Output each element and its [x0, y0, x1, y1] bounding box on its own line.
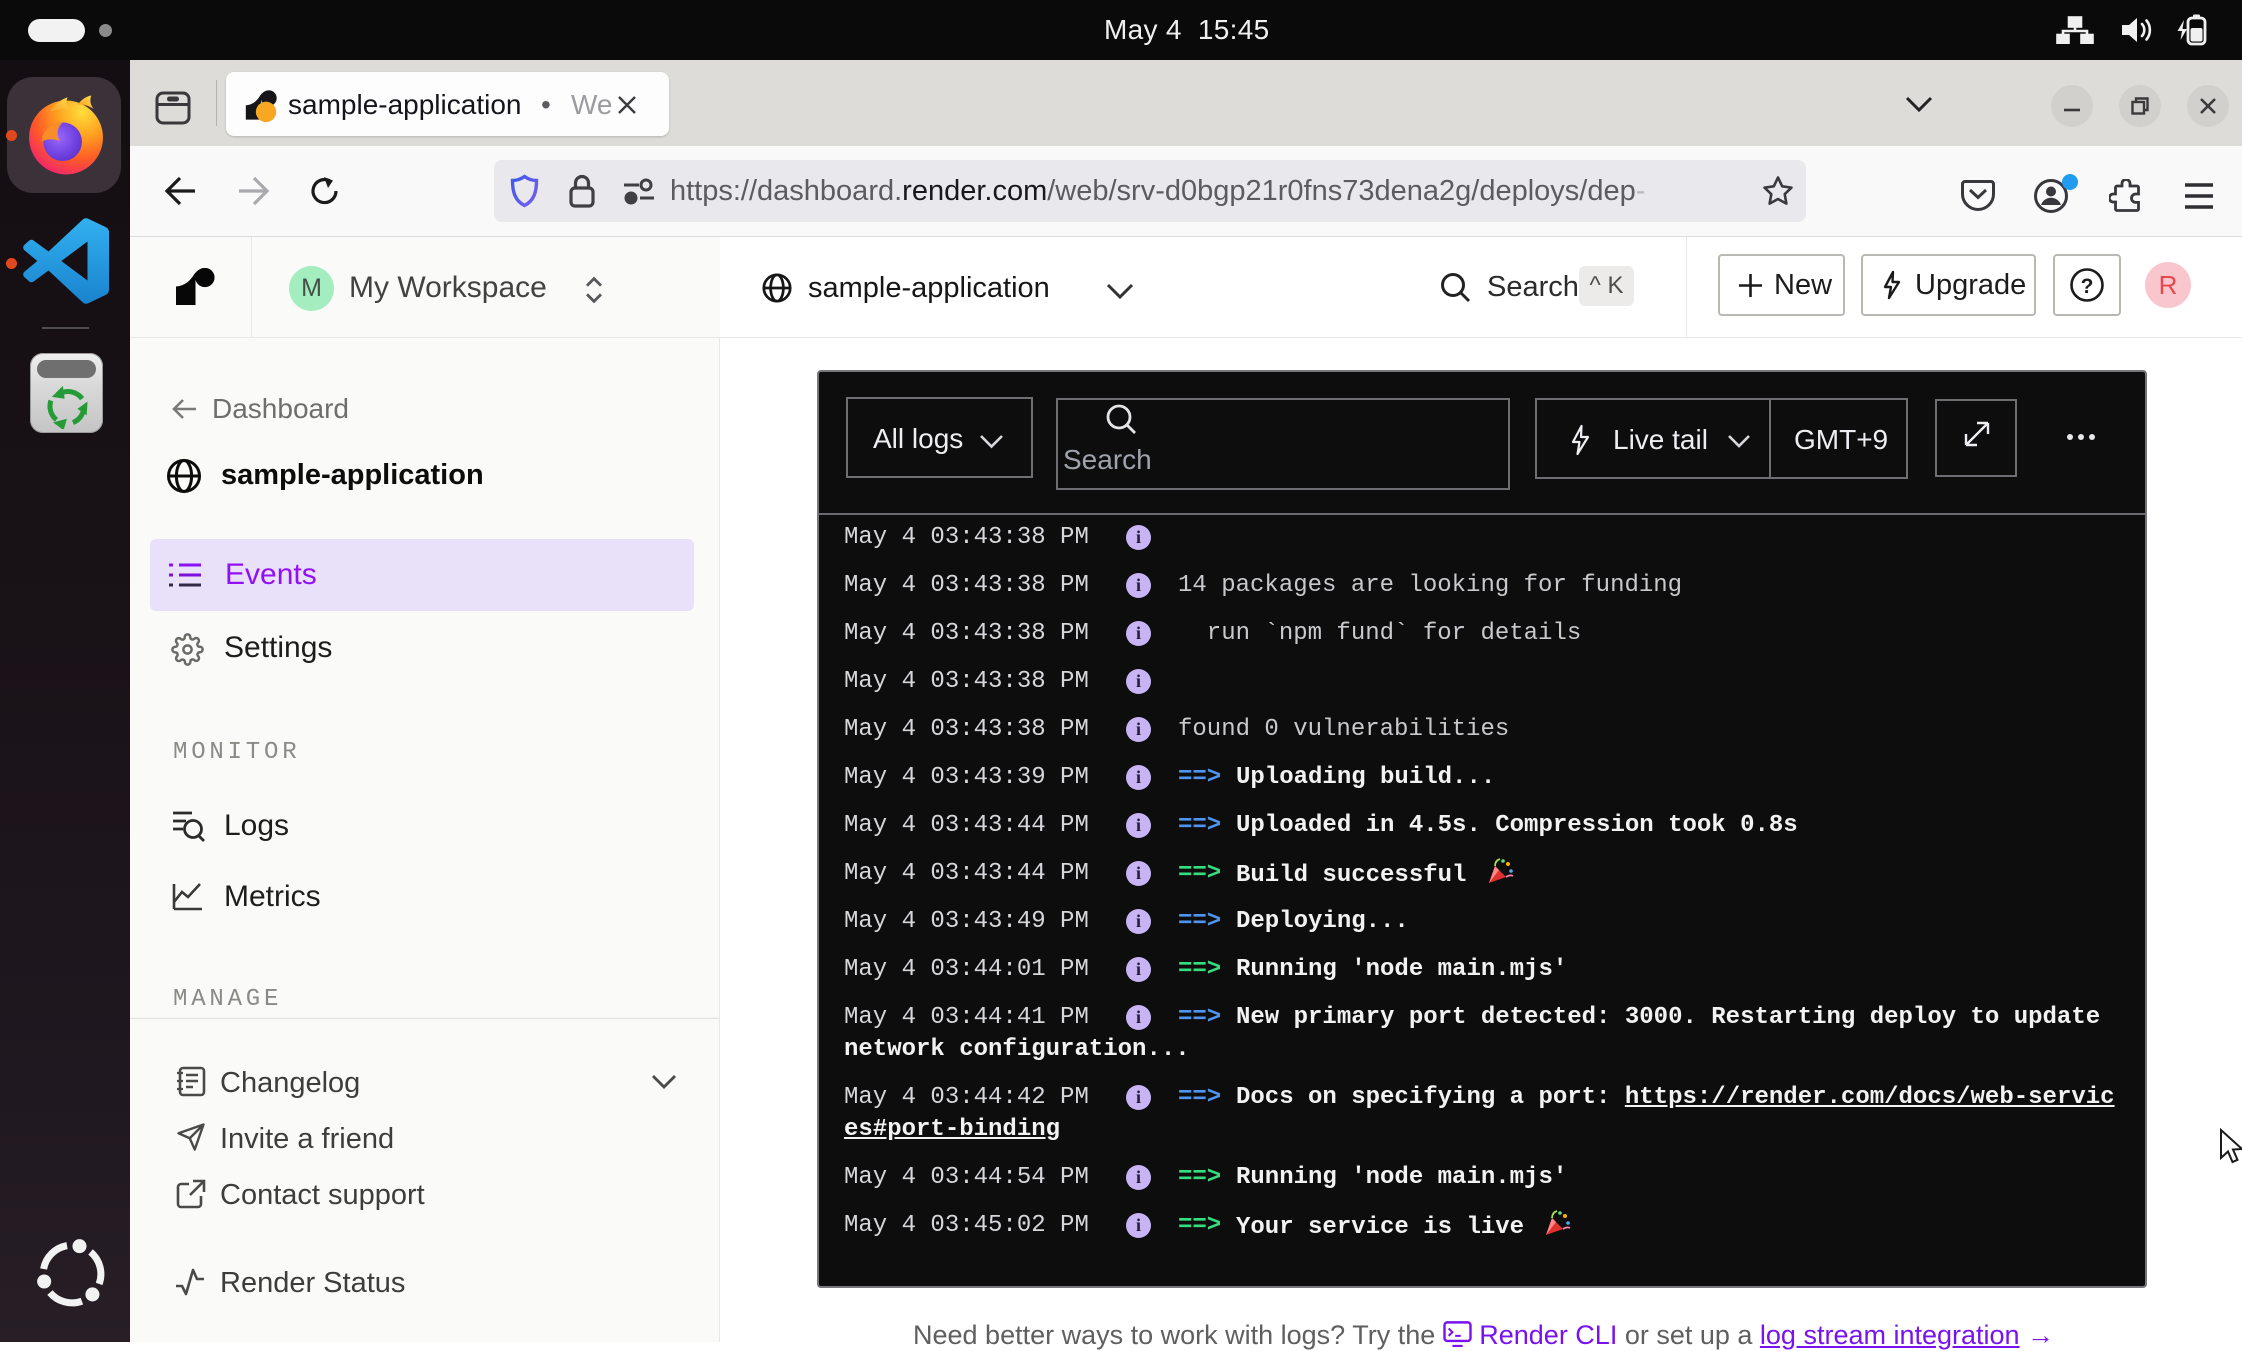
svg-text:?: ? [2081, 275, 2094, 298]
